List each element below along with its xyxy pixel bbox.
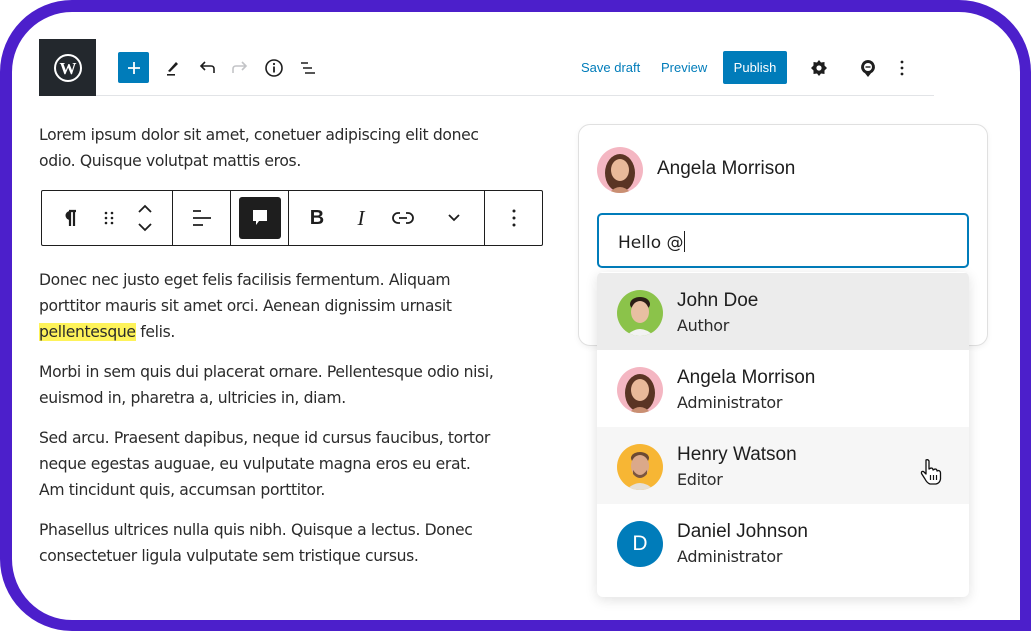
mention-name: Henry Watson	[677, 444, 797, 465]
paragraph-3[interactable]: Morbi in sem quis dui placerat ornare. P…	[39, 359, 539, 411]
hand-pointer-cursor-icon	[920, 459, 942, 485]
pilcrow-icon	[65, 209, 76, 226]
save-draft-button[interactable]: Save draft	[581, 59, 640, 77]
avatar	[617, 367, 663, 413]
header-divider	[96, 95, 934, 96]
mention-name: John Doe	[677, 290, 759, 311]
paragraph-line: Am tincidunt quis, accumsan porttitor.	[39, 481, 325, 499]
mention-option-daniel-johnson[interactable]: D Daniel Johnson Administrator	[597, 504, 969, 581]
mention-option-henry-watson[interactable]: Henry Watson Editor	[597, 427, 969, 504]
add-block-button[interactable]	[118, 52, 149, 83]
paragraph-line: neque egestas auguae, eu vulputate magna…	[39, 455, 471, 473]
move-up-down-button[interactable]	[120, 191, 170, 245]
undo-icon	[199, 61, 215, 73]
preview-button[interactable]: Preview	[661, 59, 707, 77]
mention-name: Angela Morrison	[677, 367, 816, 388]
block-options-button[interactable]	[485, 191, 542, 245]
wordpress-logo[interactable]: W	[39, 39, 96, 96]
block-toolbar-group-4: B I	[289, 191, 485, 245]
paragraph-2[interactable]: Donec nec justo eget felis facilisis fer…	[39, 267, 539, 345]
paragraph-line: consectetuer ligula vulputate sem tristi…	[39, 547, 419, 565]
avatar-initial: D	[617, 521, 663, 567]
comment-input[interactable]: Hello @	[597, 213, 969, 268]
plus-icon	[127, 61, 140, 74]
redo-icon	[232, 61, 248, 73]
mention-name: Daniel Johnson	[677, 521, 808, 542]
paragraph-1[interactable]: Lorem ipsum dolor sit amet, conetuer adi…	[39, 122, 539, 174]
options-button[interactable]	[890, 56, 914, 80]
block-toolbar-group-2	[173, 191, 231, 245]
mention-role: Author	[677, 316, 730, 335]
paragraph-line: Sed arcu. Praesent dapibus, neque id cur…	[39, 429, 490, 447]
mention-option-angela-morrison[interactable]: Angela Morrison Administrator	[597, 350, 969, 427]
publish-button[interactable]: Publish	[723, 51, 787, 84]
list-view-icon	[301, 62, 315, 74]
paragraph-4[interactable]: Sed arcu. Praesent dapibus, neque id cur…	[39, 425, 539, 503]
mention-role: Editor	[677, 470, 723, 489]
block-toolbar-group-3	[231, 191, 289, 245]
drag-handle-icon	[104, 211, 114, 225]
more-vertical-icon	[900, 60, 904, 76]
block-toolbar-group-5	[485, 191, 542, 245]
chevron-down-icon	[448, 214, 460, 222]
paragraph-line: Morbi in sem quis dui placerat ornare. P…	[39, 363, 494, 381]
link-icon	[392, 212, 414, 224]
paragraph-block-button[interactable]	[42, 191, 98, 245]
comment-pin-icon	[861, 60, 875, 77]
bold-button[interactable]: B	[289, 191, 345, 245]
man-avatar-icon	[626, 452, 654, 490]
avatar	[597, 147, 643, 193]
paragraph-line: felis.	[135, 323, 175, 341]
tools-button[interactable]	[160, 56, 184, 80]
mention-option-john-doe[interactable]: John Doe Author	[597, 273, 969, 350]
paragraph-line: Lorem ipsum dolor sit amet, conetuer adi…	[39, 126, 479, 144]
more-formats-button[interactable]	[429, 191, 479, 245]
highlighted-text[interactable]: pellentesque	[39, 323, 136, 341]
info-icon	[265, 59, 283, 77]
redo-button[interactable]	[228, 56, 252, 80]
block-toolbar-group-1	[42, 191, 173, 245]
undo-button[interactable]	[195, 56, 219, 80]
comment-author-name: Angela Morrison	[657, 158, 796, 179]
woman-avatar-icon	[625, 374, 655, 413]
paragraph-line: porttitor mauris sit amet orci. Aenean d…	[39, 297, 452, 315]
paragraph-line: Donec nec justo eget felis facilisis fer…	[39, 271, 451, 289]
align-button[interactable]	[173, 191, 230, 245]
paragraph-line: Phasellus ultrices nulla quis nibh. Quis…	[39, 521, 473, 539]
avatar	[617, 444, 663, 490]
block-toolbar: B I	[41, 190, 543, 246]
mention-role: Administrator	[677, 393, 783, 412]
align-left-icon	[192, 210, 211, 226]
text-caret	[683, 231, 685, 252]
mention-role: Administrator	[677, 547, 783, 566]
more-vertical-icon	[512, 209, 515, 227]
comment-button[interactable]	[238, 197, 281, 239]
comment-input-value: Hello @	[618, 233, 684, 253]
list-view-button[interactable]	[296, 56, 320, 80]
gear-icon	[811, 60, 827, 76]
move-up-down-icon	[138, 204, 152, 232]
settings-button[interactable]	[807, 56, 831, 80]
svg-text:W: W	[59, 59, 76, 78]
avatar	[617, 290, 663, 336]
comment-icon	[252, 210, 267, 225]
comments-button[interactable]	[856, 56, 880, 80]
drag-handle[interactable]	[98, 191, 120, 245]
woman-avatar-icon	[605, 154, 635, 193]
man-avatar-icon	[626, 297, 654, 336]
pencil-icon	[167, 62, 178, 76]
paragraph-line: odio. Quisque volutpat mattis eros.	[39, 152, 301, 170]
italic-button[interactable]: I	[345, 191, 377, 245]
link-button[interactable]	[377, 191, 429, 245]
mention-dropdown: John Doe Author Angela Morrison Administ…	[597, 272, 969, 597]
paragraph-line: euismod in, pharetra a, ultricies in, di…	[39, 389, 346, 407]
wordpress-icon: W	[53, 53, 82, 82]
paragraph-5[interactable]: Phasellus ultrices nulla quis nibh. Quis…	[39, 517, 539, 569]
details-button[interactable]	[262, 56, 286, 80]
